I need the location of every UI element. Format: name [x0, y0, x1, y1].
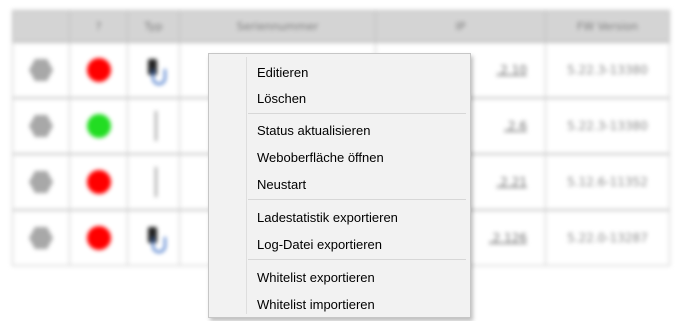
device-hex-icon: [29, 58, 53, 82]
cable-icon: [154, 167, 157, 197]
status-dot: [86, 226, 111, 250]
fw-version: 5.22.3-13380: [546, 98, 670, 154]
menu-item-export-charging-stats[interactable]: Ladestatistik exportieren: [211, 205, 468, 229]
device-hex-icon: [29, 170, 53, 194]
menu-item-import-whitelist[interactable]: Whitelist importieren: [211, 292, 468, 316]
header-cell[interactable]: ?: [70, 10, 128, 42]
menu-item-export-log[interactable]: Log-Datei exportieren: [211, 232, 468, 256]
header-cell[interactable]: IP: [376, 10, 546, 42]
menu-item-refresh-status[interactable]: Status aktualisieren: [211, 118, 468, 142]
fw-version: 5.22.0-13287: [546, 210, 670, 266]
header-cell[interactable]: FW Version: [546, 10, 670, 42]
header-cell[interactable]: Typ: [128, 10, 180, 42]
status-dot: [86, 114, 111, 138]
menu-separator: [248, 199, 466, 200]
status-dot: [86, 58, 111, 82]
table-header: ? Typ Seriennummer IP FW Version: [12, 10, 670, 42]
charger-plug-icon: [142, 55, 166, 85]
header-cell[interactable]: [12, 10, 70, 42]
status-dot: [86, 170, 111, 194]
menu-separator: [248, 259, 466, 260]
fw-version: 5.12.6-11352: [546, 154, 670, 210]
menu-item-restart[interactable]: Neustart: [211, 172, 468, 196]
context-menu: Editieren Löschen Status aktualisieren W…: [208, 53, 471, 318]
header-cell[interactable]: Seriennummer: [180, 10, 376, 42]
menu-item-delete[interactable]: Löschen: [211, 86, 468, 110]
charger-plug-icon: [142, 223, 166, 253]
device-hex-icon: [29, 114, 53, 138]
menu-item-edit[interactable]: Editieren: [211, 60, 468, 84]
menu-separator: [248, 113, 466, 114]
menu-item-export-whitelist[interactable]: Whitelist exportieren: [211, 265, 468, 289]
menu-item-open-web-ui[interactable]: Weboberfläche öffnen: [211, 145, 468, 169]
fw-version: 5.22.3-13380: [546, 42, 670, 98]
cable-icon: [154, 111, 157, 141]
device-hex-icon: [29, 226, 53, 250]
